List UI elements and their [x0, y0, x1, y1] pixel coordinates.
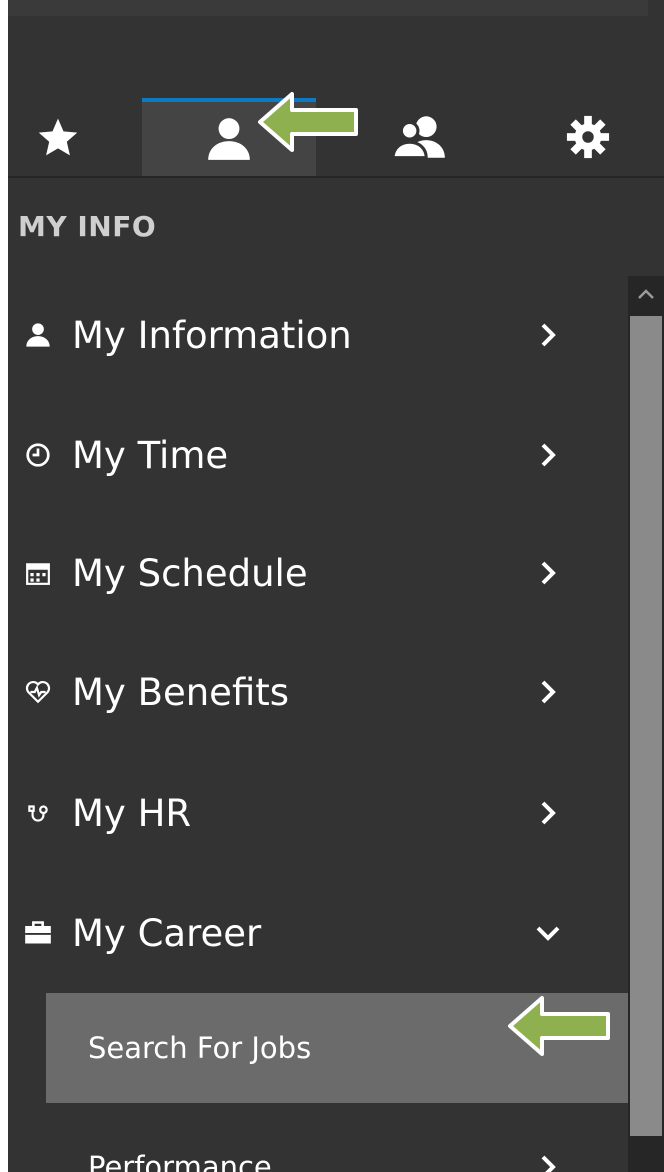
top-strip	[8, 0, 648, 16]
chevron-right-icon	[528, 435, 568, 475]
menu-item-my-hr[interactable]: My HR	[8, 758, 628, 868]
menu-item-label: My Schedule	[72, 551, 308, 595]
chevron-down-icon	[528, 913, 568, 953]
scrollbar[interactable]	[628, 276, 664, 1172]
gear-icon	[566, 115, 610, 159]
submenu-item-label: Search For Jobs	[88, 1031, 312, 1065]
briefcase-icon	[18, 920, 58, 946]
user-icon	[208, 118, 250, 160]
tab-team[interactable]	[360, 98, 480, 176]
menu-item-my-benefits[interactable]: My Benefits	[8, 637, 628, 747]
annotation-arrow-icon	[258, 92, 358, 152]
menu-item-label: My Time	[72, 433, 229, 477]
menu-item-my-schedule[interactable]: My Schedule	[8, 518, 628, 628]
menu-item-label: My Career	[72, 911, 262, 955]
menu-item-label: My HR	[72, 791, 192, 835]
heartbeat-icon	[18, 679, 58, 705]
star-icon	[38, 118, 78, 156]
chevron-right-icon	[528, 1147, 568, 1172]
section-title: MY INFO	[18, 210, 157, 243]
chevron-up-icon	[638, 289, 654, 299]
tab-settings[interactable]	[538, 98, 638, 176]
chevron-right-icon	[528, 315, 568, 355]
tab-favorites[interactable]	[8, 98, 108, 176]
submenu-item-performance[interactable]: Performance	[46, 1112, 628, 1172]
users-icon	[391, 116, 445, 160]
chevron-right-icon	[528, 793, 568, 833]
scrollbar-thumb[interactable]	[630, 316, 662, 1136]
chevron-right-icon	[528, 553, 568, 593]
calendar-icon	[18, 560, 58, 586]
menu-item-label: My Benefits	[72, 670, 290, 714]
menu-item-label: My Information	[72, 313, 352, 357]
menu-item-my-information[interactable]: My Information	[8, 280, 628, 390]
scroll-up-button[interactable]	[628, 276, 664, 312]
menu-item-my-career[interactable]: My Career	[8, 878, 628, 988]
clock-icon	[18, 442, 58, 468]
annotation-arrow-icon	[508, 996, 610, 1056]
menu-item-my-time[interactable]: My Time	[8, 400, 628, 510]
user-icon	[18, 321, 58, 349]
chevron-right-icon	[528, 672, 568, 712]
submenu-item-label: Performance	[88, 1150, 272, 1172]
hr-icon	[18, 800, 58, 826]
